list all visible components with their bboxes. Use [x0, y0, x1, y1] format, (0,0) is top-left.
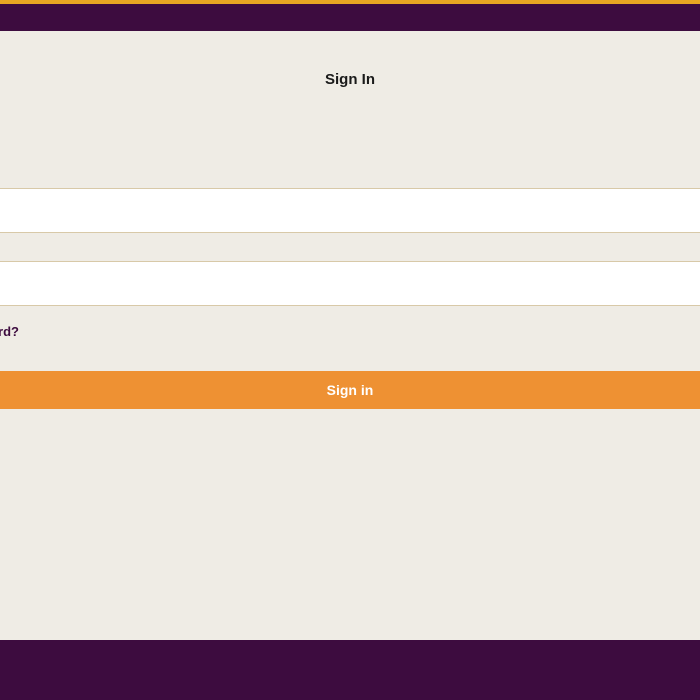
header-bar — [0, 4, 700, 31]
signin-button[interactable]: Sign in — [0, 371, 700, 409]
page-title: Sign In — [0, 71, 700, 88]
signin-content: Sign In word? Sign in — [0, 31, 700, 409]
forgot-wrapper: word? — [0, 306, 700, 371]
username-field[interactable] — [0, 188, 700, 233]
password-field[interactable] — [0, 261, 700, 306]
field-spacer — [0, 233, 700, 261]
forgot-password-link[interactable]: word? — [0, 314, 19, 349]
footer-bar — [0, 640, 700, 700]
